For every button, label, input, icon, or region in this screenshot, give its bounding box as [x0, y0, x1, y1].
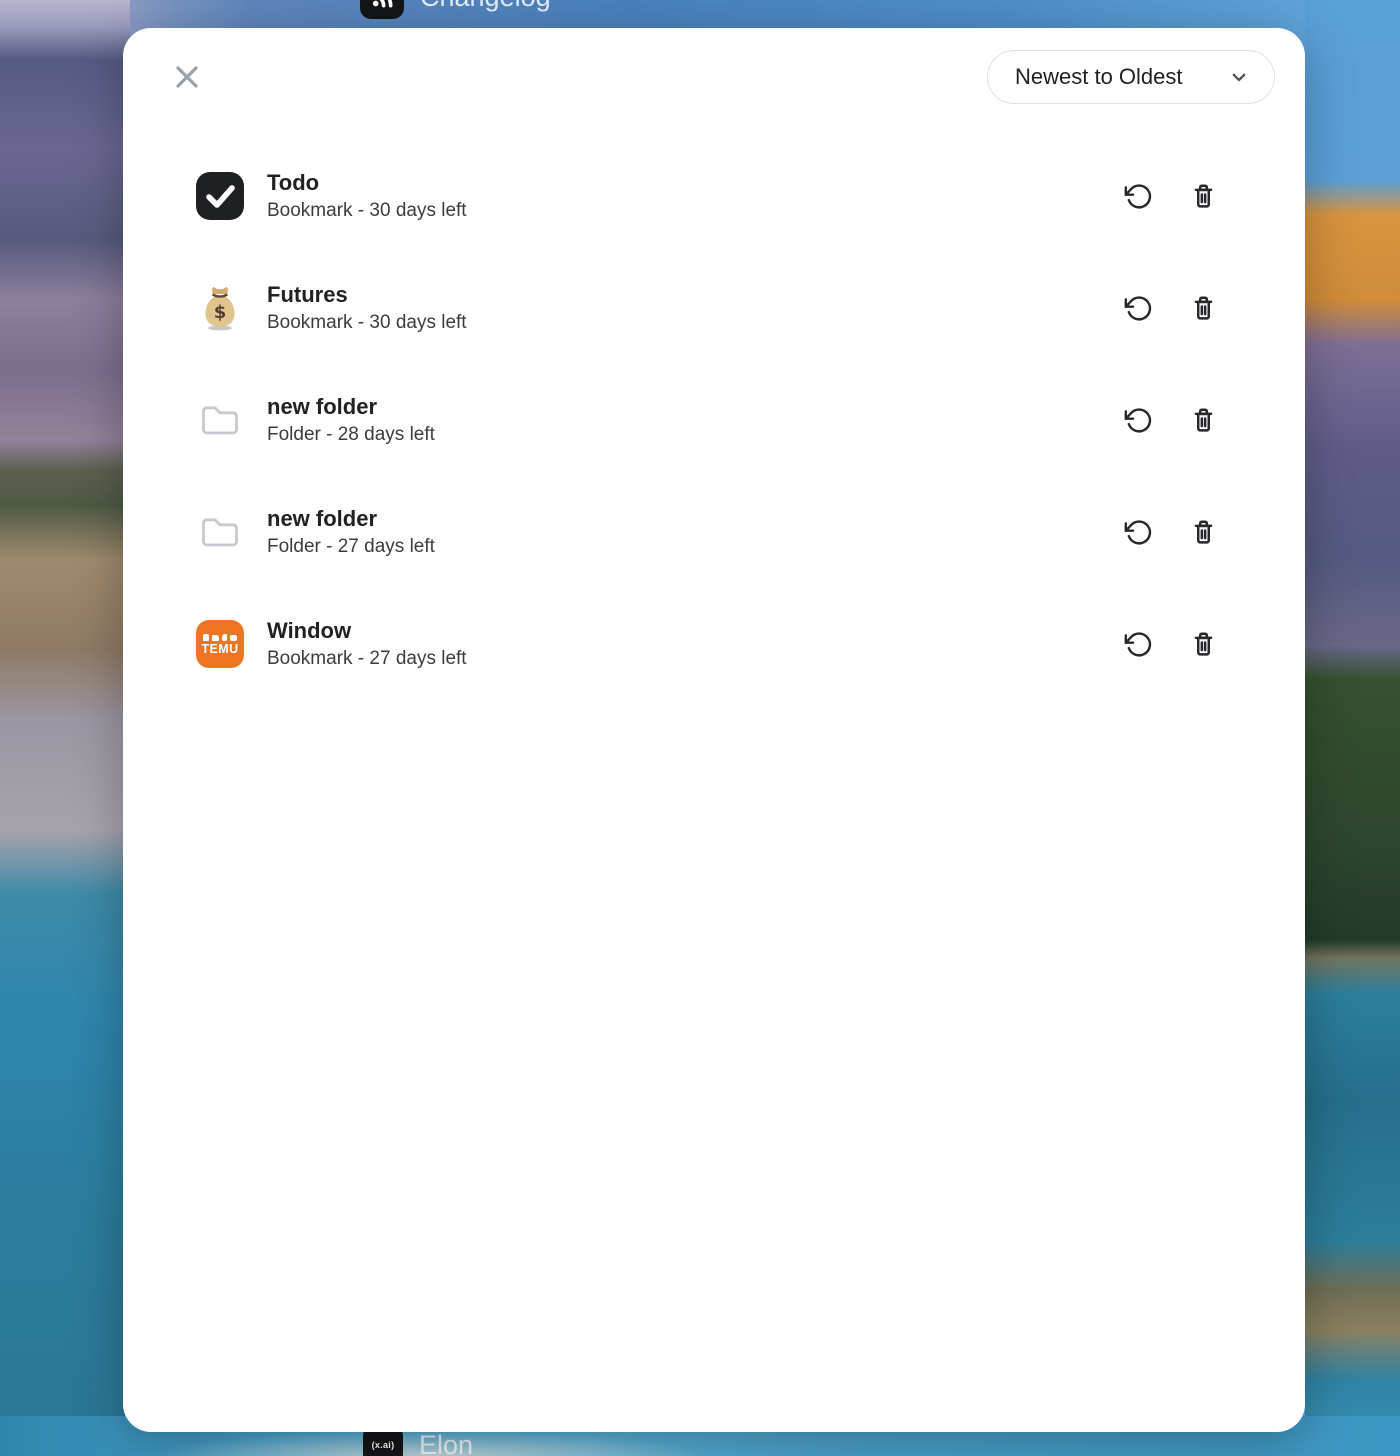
item-meta: Bookmark - 30 days left: [267, 312, 467, 334]
sort-order-selected: Newest to Oldest: [1015, 64, 1183, 90]
deleted-item-row: $ Futures Bookmark - 30 days left: [123, 252, 1305, 364]
restore-icon: [1124, 518, 1153, 547]
item-title: Futures: [267, 282, 467, 307]
restore-icon: [1124, 406, 1153, 435]
wallpaper-left-mountains: [0, 0, 130, 1456]
deleted-item-row: new folder Folder - 28 days left: [123, 364, 1305, 476]
chevron-down-icon: [1226, 64, 1252, 90]
money-bag-icon: $: [196, 284, 244, 332]
svg-text:$: $: [214, 302, 227, 323]
delete-forever-button[interactable]: [1183, 288, 1223, 328]
delete-forever-button[interactable]: [1183, 400, 1223, 440]
item-meta: Folder - 28 days left: [267, 424, 435, 446]
delete-forever-button[interactable]: [1183, 512, 1223, 552]
restore-icon: [1124, 182, 1153, 211]
delete-forever-button[interactable]: [1183, 176, 1223, 216]
item-meta: Bookmark - 27 days left: [267, 648, 467, 670]
restore-icon: [1124, 294, 1153, 323]
item-meta: Folder - 27 days left: [267, 536, 435, 558]
desktop-bookmark-changelog[interactable]: Changelog: [360, 0, 551, 20]
item-title: new folder: [267, 506, 435, 531]
item-title: Todo: [267, 170, 467, 195]
deleted-items-list: Todo Bookmark - 30 days left: [123, 140, 1305, 700]
delete-forever-button[interactable]: [1183, 624, 1223, 664]
rss-icon: [360, 0, 404, 19]
close-button[interactable]: [165, 55, 209, 99]
trash-icon: [1188, 517, 1219, 548]
trash-icon: [1188, 293, 1219, 324]
deleted-item-row: new folder Folder - 27 days left: [123, 476, 1305, 588]
folder-icon: [196, 396, 244, 444]
restore-icon: [1124, 630, 1153, 659]
deleted-item-row: TEMU Window Bookmark - 27 days left: [123, 588, 1305, 700]
trash-icon: [1188, 405, 1219, 436]
item-title: Window: [267, 618, 467, 643]
restore-button[interactable]: [1118, 288, 1158, 328]
trash-modal: Newest to Oldest Todo Bookmark - 30 days…: [123, 28, 1305, 1432]
folder-icon: [196, 508, 244, 556]
desktop-bookmark-label: Elon: [419, 1430, 473, 1456]
desktop-bookmark-label: Changelog: [420, 0, 551, 13]
todo-checkmark-icon: [196, 172, 244, 220]
restore-button[interactable]: [1118, 400, 1158, 440]
item-meta: Bookmark - 30 days left: [267, 200, 467, 222]
wallpaper-right-mountains: [1305, 0, 1400, 1456]
temu-icon: TEMU: [196, 620, 244, 668]
trash-icon: [1188, 629, 1219, 660]
trash-icon: [1188, 181, 1219, 212]
restore-button[interactable]: [1118, 624, 1158, 664]
restore-button[interactable]: [1118, 176, 1158, 216]
item-title: new folder: [267, 394, 435, 419]
sort-order-dropdown[interactable]: Newest to Oldest: [987, 50, 1275, 104]
temu-wordmark: TEMU: [201, 643, 238, 656]
restore-button[interactable]: [1118, 512, 1158, 552]
close-icon: [170, 60, 204, 94]
deleted-item-row: Todo Bookmark - 30 days left: [123, 140, 1305, 252]
temu-logo-glyphs: [203, 633, 237, 641]
